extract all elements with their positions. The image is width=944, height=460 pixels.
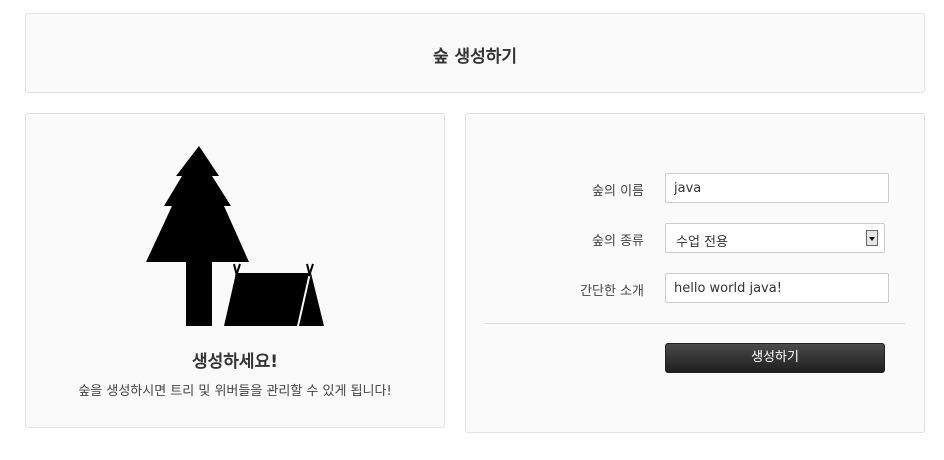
page-title: 숲 생성하기 [432,47,518,67]
welcome-title: 생성하세요! [192,352,278,372]
tent-shape [224,273,309,326]
forest-intro-label: 간단한 소개 [580,284,644,299]
forest-type-selected-value: 수업 전용 [676,235,728,250]
tree-and-tent-icon [146,146,324,326]
form-divider [485,323,905,324]
welcome-description: 숲을 생성하시면 트리 및 위버들을 관리할 수 있게 됩니다! [78,384,392,399]
page-header-panel: 숲 생성하기 [25,13,925,93]
form-row-name: 숲의 이름 [466,173,924,203]
form-row-intro: 간단한 소개 [466,273,924,303]
create-forest-button[interactable]: 생성하기 [665,343,885,373]
create-forest-form: 숲의 이름 숲의 종류 수업 전용 간단한 소개 생성하기 [465,113,925,433]
forest-intro-input[interactable] [665,273,889,303]
chevron-down-icon[interactable] [866,230,878,246]
forest-name-label: 숲의 이름 [592,184,644,199]
welcome-panel: 생성하세요! 숲을 생성하시면 트리 및 위버들을 관리할 수 있게 됩니다! [25,113,445,428]
forest-type-select[interactable]: 수업 전용 [665,223,885,253]
form-row-type: 숲의 종류 수업 전용 [466,223,924,253]
forest-type-label: 숲의 종류 [592,234,644,249]
forest-name-input[interactable] [665,173,889,203]
